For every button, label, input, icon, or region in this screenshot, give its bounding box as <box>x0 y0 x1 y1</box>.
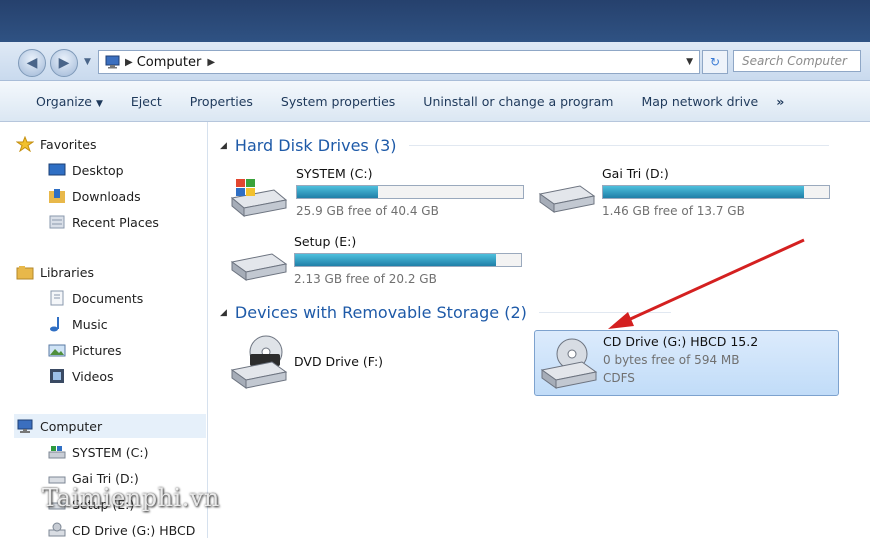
drive-tile-gai-tri-d[interactable]: Gai Tri (D:) 1.46 GB free of 13.7 GB <box>534 166 834 222</box>
group-divider <box>408 145 829 146</box>
libraries-icon <box>16 266 34 280</box>
music-note-icon <box>50 317 59 332</box>
dvd-drive-icon <box>230 335 288 389</box>
sidebar-item-system-c[interactable]: SYSTEM (C:) <box>48 444 149 460</box>
drive-name: SYSTEM (C:) <box>296 166 373 181</box>
drive-filesystem: CDFS <box>603 371 635 385</box>
system-drive-icon <box>48 446 66 459</box>
address-dropdown-icon[interactable]: ▼ <box>686 57 693 67</box>
chevron-right-icon[interactable]: ▶ <box>125 57 133 68</box>
hard-drive-icon <box>538 185 596 213</box>
sidebar-item-documents[interactable]: Documents <box>48 290 143 306</box>
drive-usage-fill <box>297 186 379 198</box>
drive-usage-bar <box>602 185 830 199</box>
videos-icon <box>50 369 64 383</box>
drive-tile-setup-e[interactable]: Setup (E:) 2.13 GB free of 20.2 GB <box>226 234 526 290</box>
collapse-triangle-icon[interactable]: ◢ <box>220 141 227 151</box>
computer-icon <box>105 55 120 69</box>
navigation-pane: Favorites Desktop Downloads Recent Place… <box>0 122 208 538</box>
content-pane: ◢ Hard Disk Drives (3) SYSTEM (C:) 25.9 … <box>208 122 870 538</box>
refresh-icon: ↻ <box>709 55 721 69</box>
command-bar: Organize ▼ Eject Properties System prope… <box>0 81 870 122</box>
address-field[interactable]: ▶ Computer ▶ ▼ <box>98 50 700 74</box>
sidebar-item-recent-places[interactable]: Recent Places <box>48 214 159 230</box>
drive-name: Gai Tri (D:) <box>602 166 669 181</box>
drive-tile-cd-g[interactable]: CD Drive (G:) HBCD 15.2 0 bytes free of … <box>538 332 838 394</box>
uninstall-program-button[interactable]: Uninstall or change a program <box>409 94 627 109</box>
eject-button[interactable]: Eject <box>117 94 176 109</box>
sidebar-item-downloads[interactable]: Downloads <box>48 188 141 204</box>
sidebar-item-cd-drive-g[interactable]: CD Drive (G:) HBCD <box>48 522 195 538</box>
sidebar-item-favorites[interactable]: Favorites <box>16 136 96 152</box>
arrow-left-icon: ◀ <box>26 55 38 71</box>
collapse-triangle-icon[interactable]: ◢ <box>220 308 227 318</box>
windows-drive-icon <box>230 179 288 218</box>
drive-tile-system-c[interactable]: SYSTEM (C:) 25.9 GB free of 40.4 GB <box>226 166 526 222</box>
drive-usage-bar <box>296 185 524 199</box>
drive-free-space: 0 bytes free of 594 MB <box>603 353 740 367</box>
search-input[interactable]: Search Computer <box>733 50 861 72</box>
cd-drive-icon <box>48 522 66 537</box>
group-divider <box>538 312 671 313</box>
forward-button[interactable]: ▶ <box>50 49 78 77</box>
star-icon <box>16 136 34 152</box>
drive-free-space: 1.46 GB free of 13.7 GB <box>602 204 745 218</box>
sidebar-item-computer[interactable]: Computer <box>16 418 102 434</box>
computer-icon <box>17 419 33 433</box>
sidebar-item-desktop[interactable]: Desktop <box>48 162 124 178</box>
drive-tile-dvd-f[interactable]: DVD Drive (F:) <box>226 330 526 394</box>
address-bar-area: ◀ ▶ ▼ ▶ Computer ▶ ▼ ↻ Search Computer <box>0 42 870 81</box>
sidebar-item-pictures[interactable]: Pictures <box>48 342 122 358</box>
properties-button[interactable]: Properties <box>176 94 267 109</box>
sidebar-item-libraries[interactable]: Libraries <box>16 264 94 280</box>
back-button[interactable]: ◀ <box>18 49 46 77</box>
explorer-window: ◀ ▶ ▼ ▶ Computer ▶ ▼ ↻ Search Computer O… <box>0 0 870 538</box>
cd-drive-icon <box>540 338 598 389</box>
system-properties-button[interactable]: System properties <box>267 94 409 109</box>
pictures-icon <box>48 344 66 357</box>
recent-pages-dropdown-icon[interactable]: ▼ <box>84 57 91 67</box>
drive-free-space: 25.9 GB free of 40.4 GB <box>296 204 439 218</box>
breadcrumb-computer[interactable]: Computer <box>137 55 202 70</box>
drive-name: DVD Drive (F:) <box>294 354 384 369</box>
downloads-folder-icon <box>49 189 65 203</box>
drive-usage-bar <box>294 253 522 267</box>
map-network-drive-button[interactable]: Map network drive <box>627 94 772 109</box>
group-header-removable-storage[interactable]: ◢ Devices with Removable Storage (2) <box>220 303 671 322</box>
hard-drive-icon <box>230 253 288 281</box>
drive-name: CD Drive (G:) HBCD 15.2 <box>603 334 759 349</box>
arrow-right-icon: ▶ <box>58 55 70 71</box>
organize-button[interactable]: Organize ▼ <box>0 94 117 109</box>
documents-icon <box>50 290 64 306</box>
chevron-down-icon: ▼ <box>95 98 103 109</box>
refresh-button[interactable]: ↻ <box>702 50 728 74</box>
watermark-text: Taimienphi.vn <box>42 484 220 512</box>
drive-usage-fill <box>295 254 497 266</box>
desktop-icon <box>48 163 66 176</box>
sidebar-item-videos[interactable]: Videos <box>48 368 114 384</box>
group-header-hard-disk-drives[interactable]: ◢ Hard Disk Drives (3) <box>220 136 829 155</box>
more-commands-button[interactable]: » <box>772 94 798 109</box>
drive-usage-fill <box>603 186 805 198</box>
drive-free-space: 2.13 GB free of 20.2 GB <box>294 272 437 286</box>
recent-places-icon <box>49 215 65 229</box>
sidebar-item-music[interactable]: Music <box>48 316 108 332</box>
drive-name: Setup (E:) <box>294 234 357 249</box>
chevron-right-icon[interactable]: ▶ <box>207 57 215 68</box>
title-bar <box>0 0 870 42</box>
